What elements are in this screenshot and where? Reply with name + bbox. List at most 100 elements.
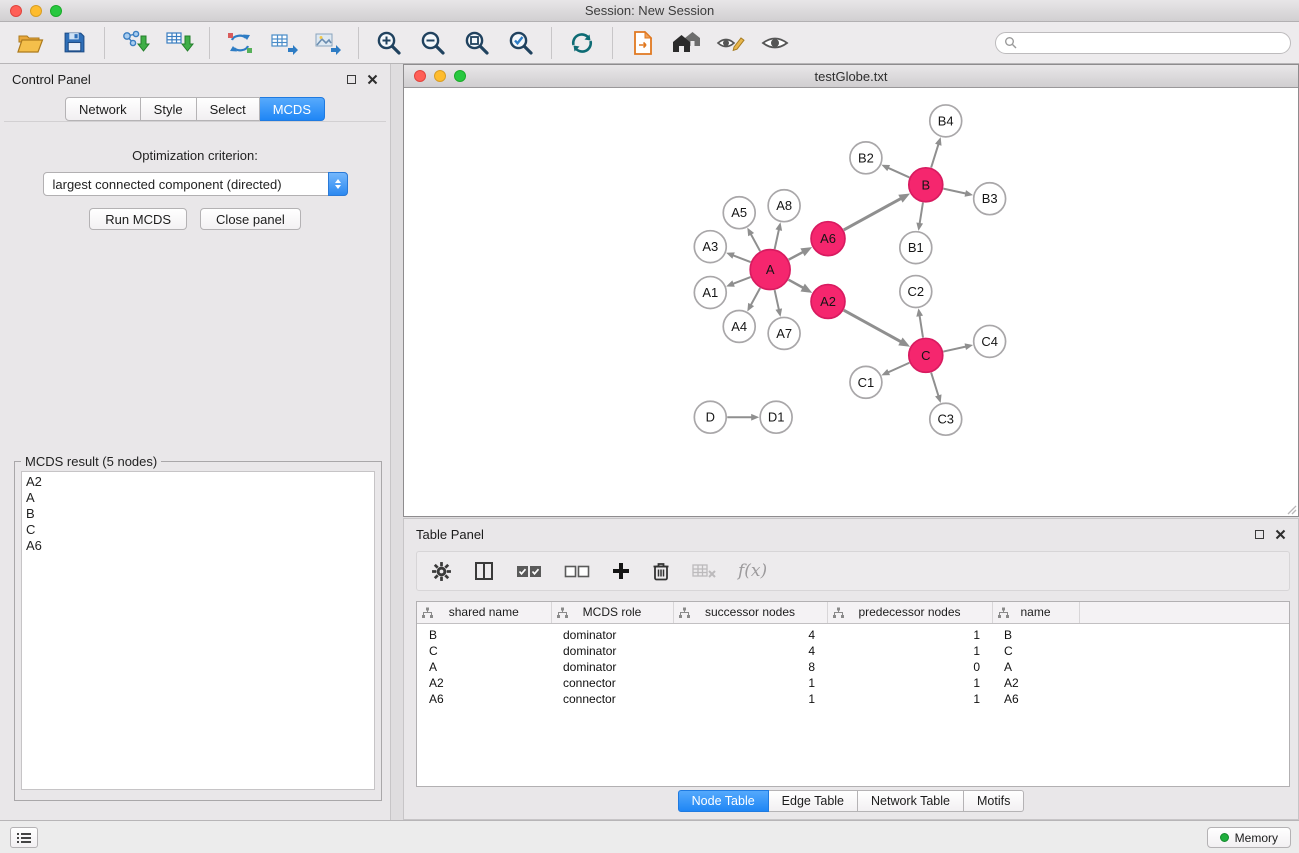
resize-grip-icon[interactable]	[1284, 502, 1297, 515]
tab-node-table[interactable]: Node Table	[678, 790, 769, 812]
graph-edge[interactable]	[844, 310, 910, 347]
run-mcds-button[interactable]: Run MCDS	[89, 208, 187, 230]
graph-edge[interactable]	[789, 247, 813, 260]
graph-edge[interactable]	[916, 203, 923, 231]
result-item[interactable]: A	[22, 490, 374, 506]
graph-node-D[interactable]: D	[694, 401, 726, 433]
graph-node-A6[interactable]: A6	[811, 222, 845, 256]
network-canvas[interactable]: B4B2BB3A8A5A6A3B1AA1C2A2A4A7C4CC1C3DD1	[404, 87, 1298, 516]
mcds-result-list[interactable]: A2ABCA6	[21, 471, 375, 790]
close-table-panel-icon[interactable]	[1275, 529, 1286, 540]
graph-node-A7[interactable]: A7	[768, 317, 800, 349]
tab-edge-table[interactable]: Edge Table	[769, 790, 858, 812]
close-panel-icon[interactable]	[367, 74, 378, 85]
float-panel-icon[interactable]	[347, 75, 356, 84]
select-all-button[interactable]	[516, 564, 542, 579]
save-session-button[interactable]	[55, 25, 93, 61]
graph-edge[interactable]	[727, 414, 759, 421]
import-table-button[interactable]	[160, 25, 198, 61]
memory-button[interactable]: Memory	[1207, 827, 1291, 848]
tab-style[interactable]: Style	[141, 97, 197, 121]
result-item[interactable]: B	[22, 506, 374, 522]
graph-edge[interactable]	[943, 189, 973, 197]
network-zoom-button[interactable]	[454, 70, 466, 82]
graph-edge[interactable]	[916, 308, 923, 337]
graph-node-C2[interactable]: C2	[900, 276, 932, 308]
graph-node-A3[interactable]: A3	[694, 231, 726, 263]
table-row[interactable]: Bdominator41B	[417, 623, 1289, 643]
float-table-panel-icon[interactable]	[1255, 530, 1264, 539]
graph-edge[interactable]	[726, 252, 750, 262]
zoom-fit-button[interactable]	[458, 25, 496, 61]
graph-node-B[interactable]: B	[909, 168, 943, 202]
table-row[interactable]: Adominator80A	[417, 659, 1289, 675]
network-minimize-button[interactable]	[434, 70, 446, 82]
graph-node-C3[interactable]: C3	[930, 403, 962, 435]
result-item[interactable]: C	[22, 522, 374, 538]
column-header-shared-name[interactable]: shared name	[417, 602, 551, 623]
zoom-out-button[interactable]	[414, 25, 452, 61]
graph-edge[interactable]	[775, 290, 782, 317]
result-item[interactable]: A2	[22, 472, 374, 490]
table-row[interactable]: Cdominator41C	[417, 643, 1289, 659]
add-row-button[interactable]	[612, 562, 630, 580]
graph-node-B1[interactable]: B1	[900, 232, 932, 264]
zoom-in-button[interactable]	[370, 25, 408, 61]
home-button[interactable]	[668, 25, 706, 61]
graph-node-C1[interactable]: C1	[850, 366, 882, 398]
delete-row-button[interactable]	[652, 561, 670, 582]
column-header-predecessor-nodes[interactable]: predecessor nodes	[827, 602, 992, 623]
export-table-button[interactable]	[265, 25, 303, 61]
graph-edge[interactable]	[747, 288, 760, 312]
import-network-button[interactable]	[116, 25, 154, 61]
graph-edge[interactable]	[931, 373, 941, 404]
graph-node-A[interactable]: A	[750, 250, 790, 290]
import-session-button[interactable]	[624, 25, 662, 61]
column-header-MCDS-role[interactable]: MCDS role	[551, 602, 673, 623]
network-close-button[interactable]	[414, 70, 426, 82]
refresh-button[interactable]	[563, 25, 601, 61]
clone-network-button[interactable]	[221, 25, 259, 61]
show-column-button[interactable]	[474, 561, 494, 581]
close-window-button[interactable]	[10, 5, 22, 17]
show-panels-button[interactable]	[10, 827, 38, 848]
style-visibility-button[interactable]	[712, 25, 750, 61]
delete-table-button[interactable]	[692, 562, 716, 580]
table-settings-button[interactable]	[431, 561, 452, 582]
graph-edge[interactable]	[775, 222, 782, 249]
close-panel-button[interactable]: Close panel	[200, 208, 301, 230]
graph-node-B2[interactable]: B2	[850, 142, 882, 174]
graph-edge[interactable]	[747, 228, 760, 252]
table-row[interactable]: A6connector11A6	[417, 691, 1289, 707]
column-header-name[interactable]: name	[992, 602, 1079, 623]
column-header-successor-nodes[interactable]: successor nodes	[673, 602, 827, 623]
function-builder-button[interactable]: f(x)	[738, 561, 767, 581]
zoom-selected-button[interactable]	[502, 25, 540, 61]
export-image-button[interactable]	[309, 25, 347, 61]
tab-mcds[interactable]: MCDS	[260, 97, 325, 121]
tab-select[interactable]: Select	[197, 97, 260, 121]
graph-edge[interactable]	[881, 363, 909, 376]
tab-network-table[interactable]: Network Table	[858, 790, 964, 812]
criterion-dropdown[interactable]: largest connected component (directed)	[43, 172, 348, 196]
graph-node-B4[interactable]: B4	[930, 105, 962, 137]
graph-node-A1[interactable]: A1	[694, 277, 726, 309]
graph-node-A8[interactable]: A8	[768, 190, 800, 222]
graph-node-D1[interactable]: D1	[760, 401, 792, 433]
graph-node-A4[interactable]: A4	[723, 310, 755, 342]
open-session-button[interactable]	[11, 25, 49, 61]
minimize-window-button[interactable]	[30, 5, 42, 17]
show-details-button[interactable]	[756, 25, 794, 61]
graph-node-B3[interactable]: B3	[974, 183, 1006, 215]
graph-edge[interactable]	[788, 280, 812, 293]
table-row[interactable]: A2connector11A2	[417, 675, 1289, 691]
graph-edge[interactable]	[931, 137, 941, 168]
graph-node-C4[interactable]: C4	[974, 325, 1006, 357]
graph-edge[interactable]	[844, 193, 910, 230]
graph-node-A2[interactable]: A2	[811, 285, 845, 319]
tab-motifs[interactable]: Motifs	[964, 790, 1024, 812]
graph-node-C[interactable]: C	[909, 338, 943, 372]
deselect-all-button[interactable]	[564, 564, 590, 579]
search-input[interactable]	[1022, 36, 1282, 50]
network-window-titlebar[interactable]: testGlobe.txt	[404, 65, 1298, 87]
